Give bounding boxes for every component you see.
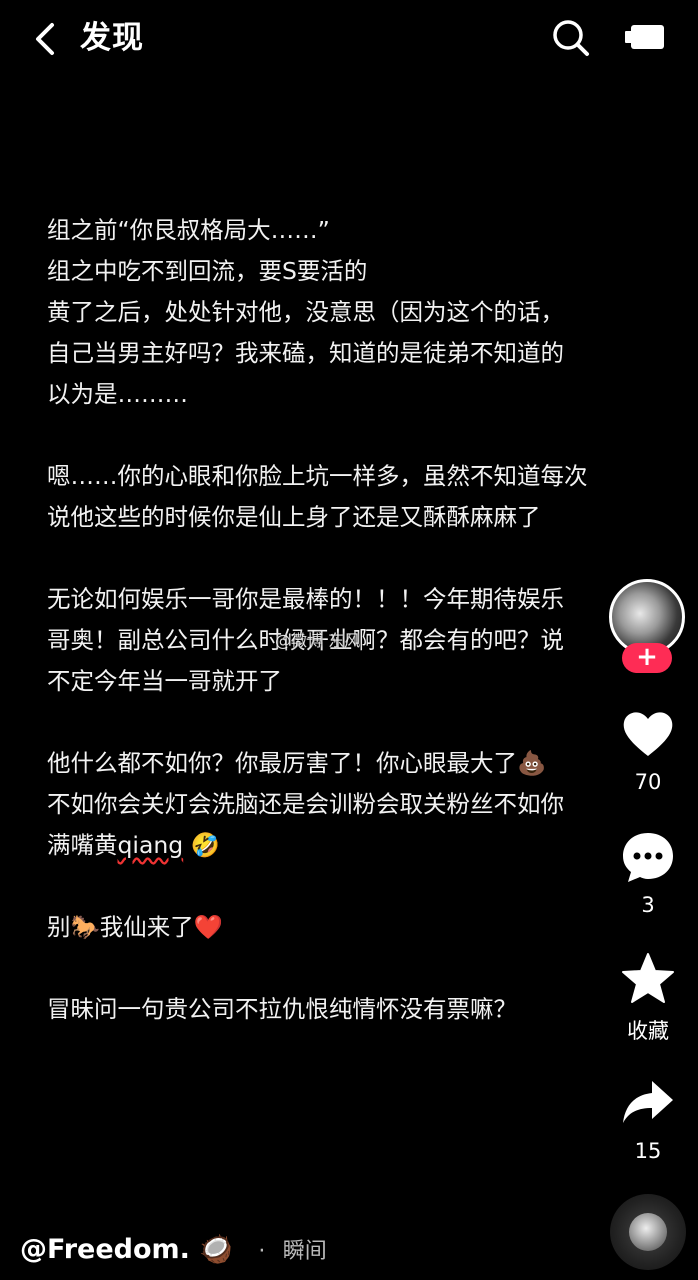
back-arrow-icon[interactable] (30, 20, 60, 58)
post-paragraph: 冒昧问一句贵公司不拉仇恨纯情怀没有票嘛？ (47, 989, 647, 1030)
post-line: 别🐎我仙来了❤️ (47, 913, 224, 941)
post-line: 组之中吃不到回流，要S要活的 (47, 257, 368, 285)
top-bar: 发现 (0, 0, 698, 80)
post-line: 满嘴黄qiang 🤣 (47, 825, 647, 866)
post-line: 他什么都不如你？你最厉害了！你心眼最大了💩 (47, 749, 547, 777)
post-line: 组之前“你艮叔格局大……” (47, 216, 330, 244)
follow-button[interactable]: + (622, 643, 672, 673)
share-count: 15 (634, 1139, 662, 1163)
music-disc-cover (629, 1213, 667, 1251)
post-line: 不如你会关灯会洗脑还是会训粉会取关粉丝不如你 (47, 790, 564, 818)
author-row: @Freedom. 🥥 · 瞬间 (20, 1230, 327, 1272)
post-line: 黄了之后，处处针对他，没意思（因为这个的话， (47, 298, 564, 326)
star-icon[interactable] (620, 951, 676, 1007)
video-screen-icon[interactable] (624, 22, 666, 52)
comment-count: 3 (641, 893, 655, 917)
post-line: 以为是……… (47, 380, 188, 408)
post-paragraph: 嗯……你的心眼和你脸上坑一样多，虽然不知道每次 说他这些的时候你是仙上身了还是又酥… (47, 456, 647, 538)
like-count: 70 (634, 770, 662, 794)
search-icon[interactable] (551, 18, 591, 58)
page-title: 发现 (80, 20, 144, 56)
favorite-label: 收藏 (627, 1019, 669, 1043)
post-line: 嗯……你的心眼和你脸上坑一样多，虽然不知道每次 (47, 462, 588, 490)
author-handle[interactable]: @Freedom. (20, 1234, 190, 1265)
music-disc[interactable] (610, 1194, 686, 1270)
share-arrow-icon[interactable] (620, 1075, 676, 1131)
spellcheck-word: qiang (117, 831, 184, 859)
moment-label: 瞬间 (282, 1239, 327, 1264)
post-line: 无论如何娱乐一哥你是最棒的！！！今年期待娱乐 (47, 585, 564, 613)
rofl-emoji: 🤣 (190, 831, 220, 859)
coconut-emoji: 🥥 (199, 1234, 233, 1265)
post-line: 不定今年当一哥就开了 (47, 667, 282, 695)
heart-icon[interactable] (620, 706, 676, 762)
post-line-prefix: 满嘴黄 (47, 831, 118, 859)
weibo-watermark: @微博 东风 (275, 631, 361, 650)
post-line: 冒昧问一句贵公司不拉仇恨纯情怀没有票嘛？ (47, 995, 517, 1023)
separator-dot: · (258, 1239, 266, 1264)
post-line: 自己当男主好吗？我来磕，知道的是徒弟不知道的 (47, 339, 564, 367)
post-paragraph: 他什么都不如你？你最厉害了！你心眼最大了💩 不如你会关灯会洗脑还是会训粉会取关粉丝… (47, 743, 647, 866)
post-line: 说他这些的时候你是仙上身了还是又酥酥麻麻了 (47, 503, 541, 531)
post-paragraph: 组之前“你艮叔格局大……” 组之中吃不到回流，要S要活的黄了之后，处处针对他，没意… (47, 210, 647, 415)
comment-icon[interactable] (620, 829, 676, 885)
post-paragraph: 别🐎我仙来了❤️ (47, 907, 647, 948)
